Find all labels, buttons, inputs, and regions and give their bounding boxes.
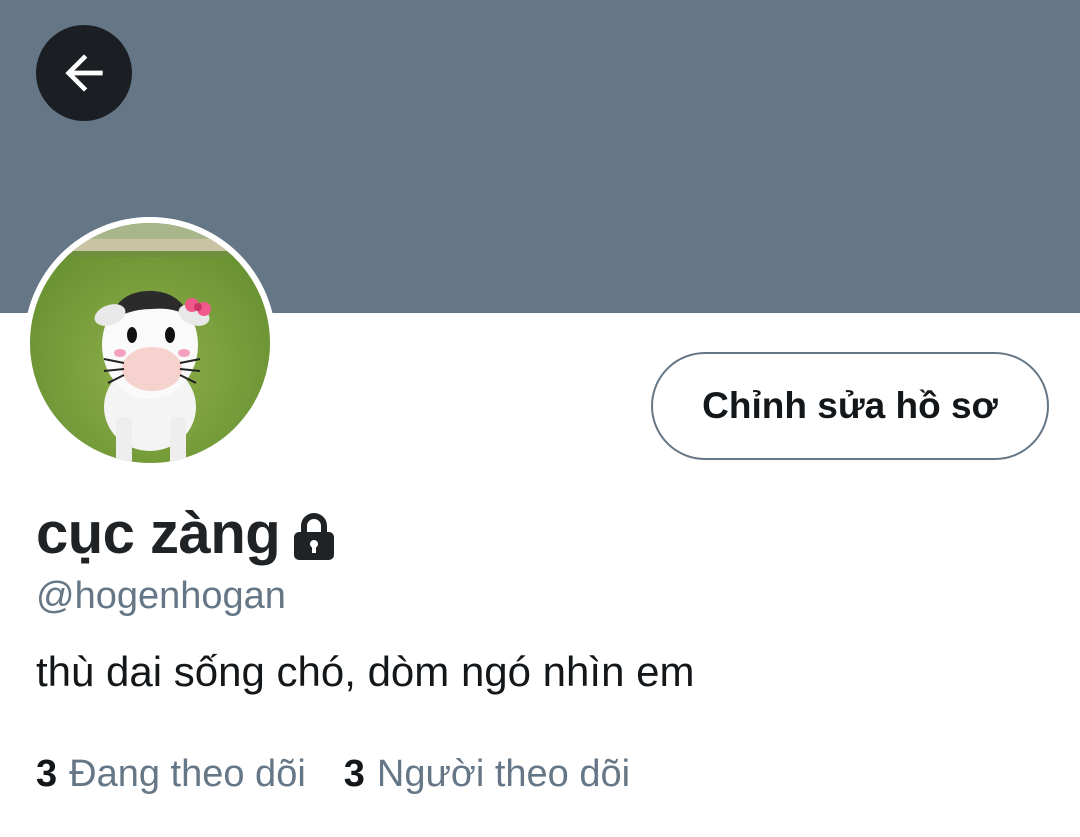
followers-label: Người theo dõi: [376, 753, 631, 795]
following-count: 3: [36, 753, 58, 795]
edit-profile-label: Chỉnh sửa hồ sơ: [702, 385, 998, 426]
profile-stats: 3 Đang theo dõi 3 Người theo dõi: [36, 748, 630, 800]
following-link[interactable]: 3 Đang theo dõi: [36, 748, 306, 800]
followers-count: 3: [343, 753, 365, 795]
back-button[interactable]: [36, 25, 132, 121]
following-label: Đang theo dõi: [69, 753, 306, 795]
profile-handle: @hogenhogan: [36, 575, 286, 617]
display-name-row: cục zàng: [36, 495, 338, 573]
followers-link[interactable]: 3 Người theo dõi: [344, 748, 630, 800]
avatar[interactable]: [24, 217, 276, 469]
lock-icon: [290, 511, 338, 561]
edit-profile-button[interactable]: Chỉnh sửa hồ sơ: [651, 352, 1049, 460]
avatar-image: [24, 217, 276, 469]
profile-bio: thù dai sống chó, dòm ngó nhìn em: [36, 648, 695, 695]
display-name: cục zàng: [36, 501, 281, 566]
arrow-left-icon: [65, 54, 103, 92]
